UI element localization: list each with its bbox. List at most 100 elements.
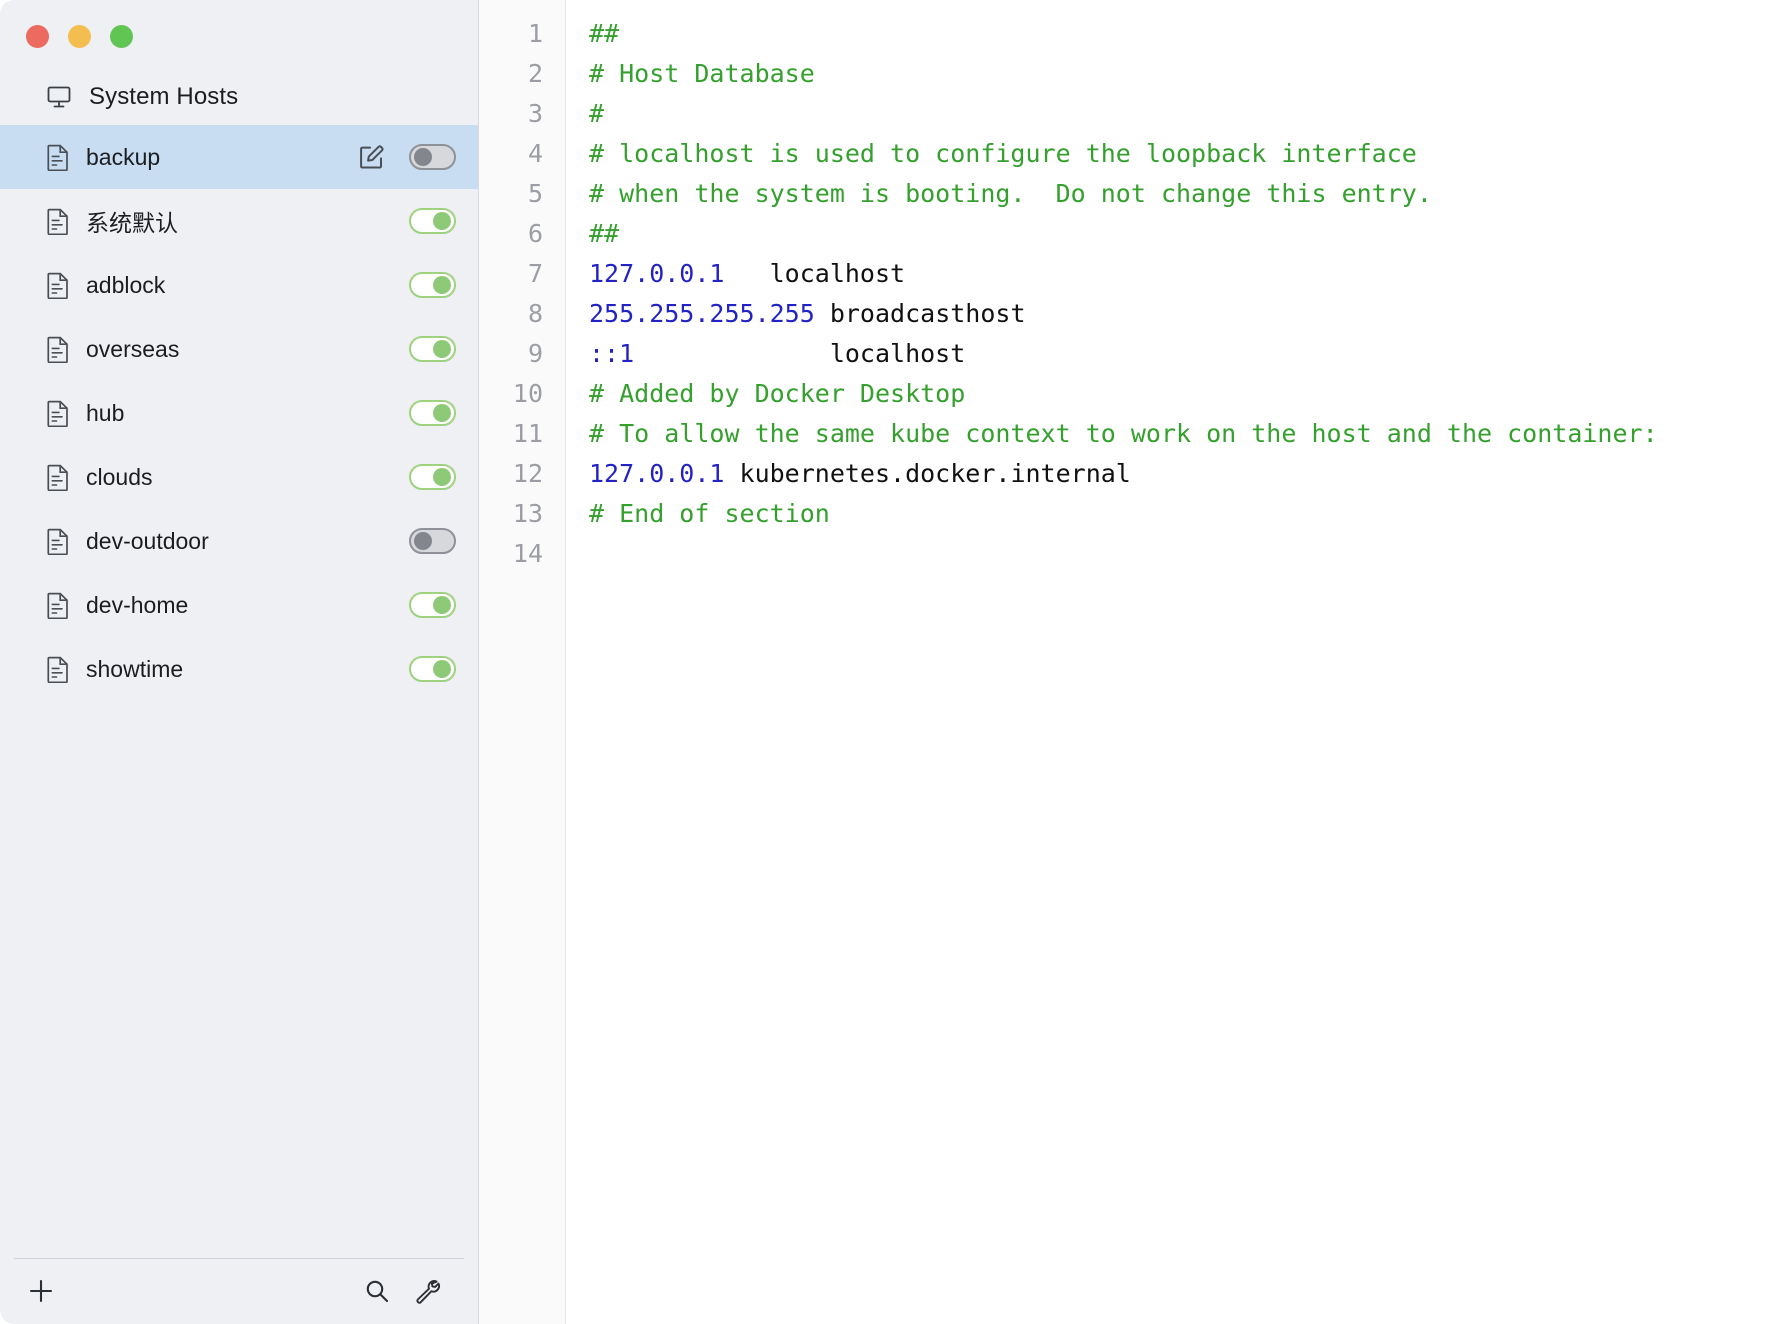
- toggle-knob: [433, 660, 451, 678]
- enable-toggle[interactable]: [409, 464, 456, 490]
- sidebar-item-4[interactable]: overseas: [0, 317, 478, 381]
- search-icon[interactable]: [360, 1274, 394, 1308]
- code-line: 12 127.0.0.1 kubernetes.docker.internal: [479, 454, 1788, 494]
- line-number: 6: [479, 214, 565, 254]
- line-number: 7: [479, 254, 565, 294]
- line-number: 14: [479, 534, 565, 574]
- code-line: 1 ##: [479, 14, 1788, 54]
- close-window-button[interactable]: [26, 25, 49, 48]
- file-icon: [46, 592, 70, 619]
- code-line-text[interactable]: # End of section: [565, 494, 830, 534]
- token-host: broadcasthost: [814, 299, 1026, 328]
- sidebar-item-system-hosts[interactable]: System Hosts: [0, 68, 478, 125]
- token-comment: # when the system is booting. Do not cha…: [589, 179, 1432, 208]
- enable-toggle[interactable]: [409, 528, 456, 554]
- file-icon: [46, 656, 70, 683]
- enable-toggle[interactable]: [409, 336, 456, 362]
- code-line-text[interactable]: # localhost is used to configure the loo…: [565, 134, 1417, 174]
- code-line-text[interactable]: # Added by Docker Desktop: [565, 374, 965, 414]
- sidebar-item-label: overseas: [86, 335, 180, 362]
- toggle-knob: [433, 212, 451, 230]
- footer-divider: [14, 1258, 464, 1259]
- toggle-knob: [433, 276, 451, 294]
- line-number: 12: [479, 454, 565, 494]
- code-line-text[interactable]: ##: [565, 14, 619, 54]
- code-line-text[interactable]: ##: [565, 214, 619, 254]
- file-icon: [46, 336, 70, 363]
- sidebar-item-label: hub: [86, 399, 125, 426]
- token-comment: ##: [589, 219, 620, 248]
- code-line-text[interactable]: 127.0.0.1 kubernetes.docker.internal: [565, 454, 1131, 494]
- minimize-window-button[interactable]: [68, 25, 91, 48]
- add-icon[interactable]: [22, 1272, 60, 1310]
- token-ip: 255.255.255.255: [589, 299, 815, 328]
- token-host: localhost: [634, 339, 966, 368]
- sidebar-item-2[interactable]: 系统默认: [0, 189, 478, 253]
- maximize-window-button[interactable]: [110, 25, 133, 48]
- code-line: 10 # Added by Docker Desktop: [479, 374, 1788, 414]
- sidebar-item-6[interactable]: clouds: [0, 445, 478, 509]
- code-line: 2 # Host Database: [479, 54, 1788, 94]
- enable-toggle[interactable]: [409, 656, 456, 682]
- toggle-knob: [433, 340, 451, 358]
- code-line-text[interactable]: # when the system is booting. Do not cha…: [565, 174, 1432, 214]
- app-window: System Hosts backup 系统默认 adblock overseas hu…: [0, 0, 1788, 1324]
- code-line: 3 #: [479, 94, 1788, 134]
- token-ip: 127.0.0.1: [589, 259, 725, 288]
- file-icon: [46, 208, 70, 235]
- token-comment: #: [589, 99, 605, 128]
- sidebar-item-3[interactable]: adblock: [0, 253, 478, 317]
- line-number: 2: [479, 54, 565, 94]
- code-editor[interactable]: 1 ## 2 # Host Database 3 #4 # localhost is use…: [478, 0, 1788, 1324]
- line-number: 13: [479, 494, 565, 534]
- code-line-text[interactable]: #: [565, 94, 604, 134]
- host-profile-list: backup 系统默认 adblock overseas hub clouds dev-ou…: [0, 125, 478, 701]
- file-icon: [46, 272, 70, 299]
- toggle-knob: [433, 468, 451, 486]
- toggle-knob: [414, 532, 432, 550]
- code-line-text[interactable]: # To allow the same kube context to work…: [565, 414, 1658, 454]
- sidebar-item-5[interactable]: hub: [0, 381, 478, 445]
- toggle-knob: [433, 404, 451, 422]
- token-ip: ::1: [589, 339, 635, 368]
- edit-icon[interactable]: [357, 143, 385, 171]
- code-line-text[interactable]: 255.255.255.255 broadcasthost: [565, 294, 1026, 334]
- token-host: kubernetes.docker.internal: [724, 459, 1131, 488]
- wrench-icon[interactable]: [410, 1274, 444, 1308]
- sidebar-item-label: clouds: [86, 463, 153, 490]
- enable-toggle[interactable]: [409, 272, 456, 298]
- enable-toggle[interactable]: [409, 144, 456, 170]
- sidebar-item-label: dev-outdoor: [86, 527, 209, 554]
- token-host: localhost: [724, 259, 906, 288]
- enable-toggle[interactable]: [409, 208, 456, 234]
- line-number: 10: [479, 374, 565, 414]
- code-line: 5 # when the system is booting. Do not ch…: [479, 174, 1788, 214]
- enable-toggle[interactable]: [409, 400, 456, 426]
- line-number: 5: [479, 174, 565, 214]
- sidebar-item-7[interactable]: dev-outdoor: [0, 509, 478, 573]
- sidebar: System Hosts backup 系统默认 adblock overseas hu…: [0, 0, 478, 1324]
- sidebar-item-8[interactable]: dev-home: [0, 573, 478, 637]
- code-line-text[interactable]: 127.0.0.1 localhost: [565, 254, 905, 294]
- sidebar-item-9[interactable]: showtime: [0, 637, 478, 701]
- enable-toggle[interactable]: [409, 592, 456, 618]
- sidebar-item-label: adblock: [86, 271, 166, 298]
- code-line-text[interactable]: # Host Database: [565, 54, 815, 94]
- code-content[interactable]: 1 ## 2 # Host Database 3 #4 # localhost is use…: [479, 14, 1788, 574]
- token-ip: 127.0.0.1: [589, 459, 725, 488]
- code-line: 13 # End of section: [479, 494, 1788, 534]
- file-icon: [46, 528, 70, 555]
- toggle-knob: [414, 148, 432, 166]
- sidebar-item-1[interactable]: backup: [0, 125, 478, 189]
- token-comment: # localhost is used to configure the loo…: [589, 139, 1417, 168]
- sidebar-item-label: 系统默认: [86, 210, 178, 236]
- code-line: 9::1 localhost: [479, 334, 1788, 374]
- token-comment: ##: [589, 19, 620, 48]
- token-comment: # End of section: [589, 499, 830, 528]
- code-line: 14: [479, 534, 1788, 574]
- code-line: 4 # localhost is used to configure the lo…: [479, 134, 1788, 174]
- line-number: 4: [479, 134, 565, 174]
- code-line-text[interactable]: ::1 localhost: [565, 334, 965, 374]
- monitor-icon: [46, 84, 72, 110]
- sidebar-footer: [0, 1258, 478, 1324]
